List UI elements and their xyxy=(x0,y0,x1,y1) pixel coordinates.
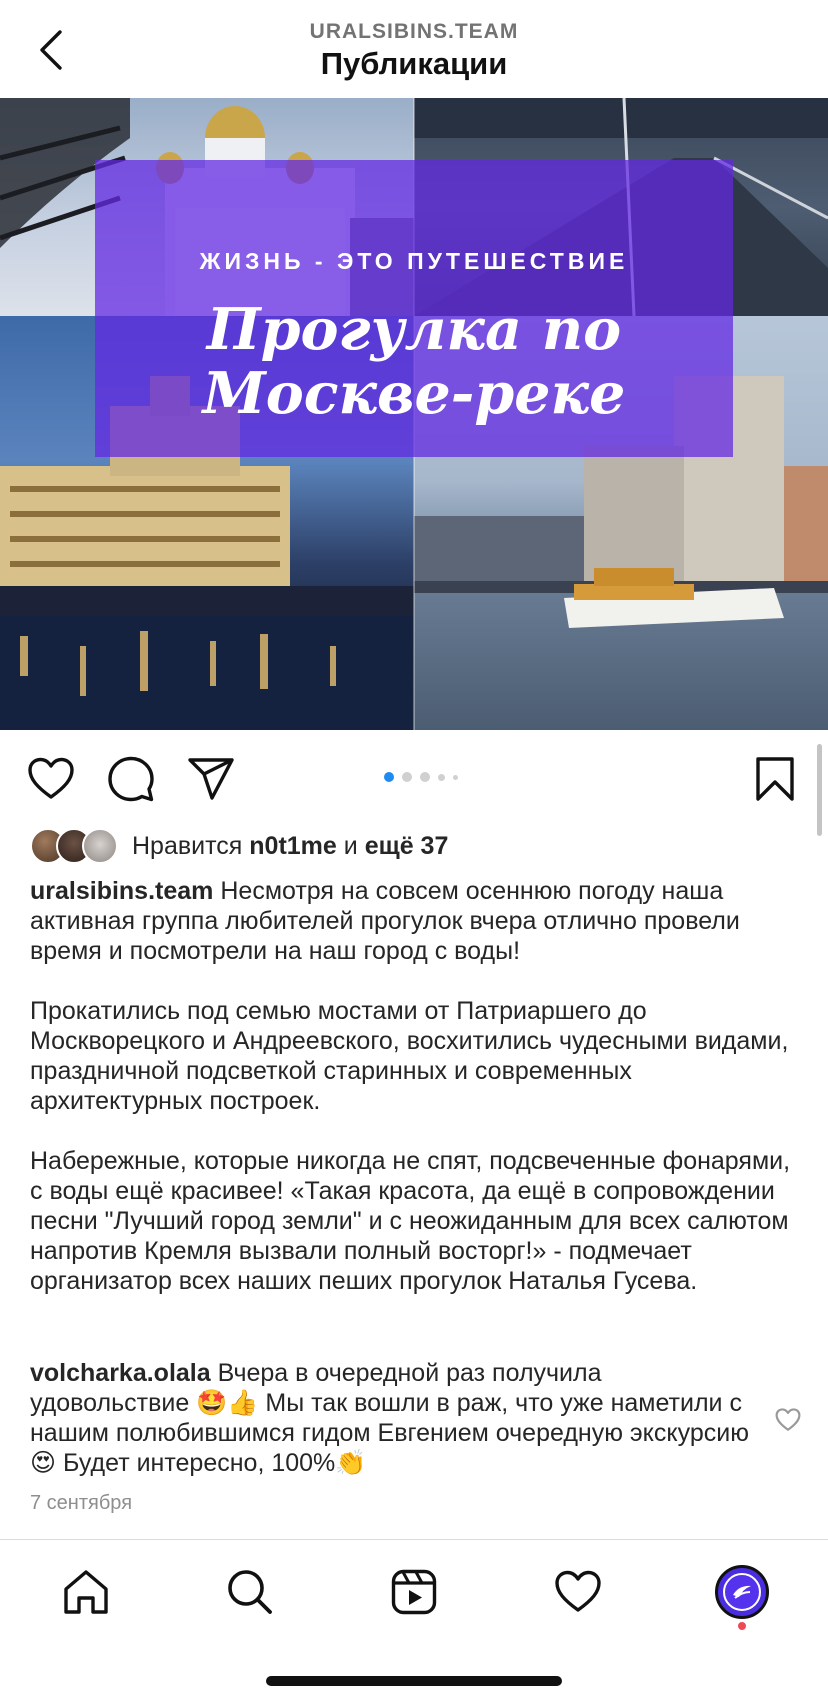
likes-prefix: Нравится xyxy=(132,831,243,860)
caption-paragraph-2: Прокатились под семью мостами от Патриар… xyxy=(30,997,789,1115)
nav-profile[interactable] xyxy=(712,1562,772,1622)
carousel-indicator xyxy=(384,772,458,782)
comment-like-button[interactable] xyxy=(772,1404,804,1436)
likes-row[interactable]: Нравится n0t1me и ещё 37 xyxy=(30,826,448,866)
page-title: Публикации xyxy=(320,46,508,81)
scrollbar[interactable] xyxy=(817,744,822,836)
heart-icon xyxy=(28,757,74,799)
comment-bubble-icon xyxy=(108,756,154,802)
caption-username[interactable]: uralsibins.team xyxy=(30,877,213,905)
caption-paragraph-3: Набережные, которые никогда не спят, под… xyxy=(30,1147,791,1295)
post-caption: uralsibins.team Несмотря на совсем осенн… xyxy=(30,876,800,1326)
nav-home[interactable] xyxy=(56,1562,116,1622)
liker-username[interactable]: n0t1me xyxy=(249,832,337,860)
home-indicator[interactable] xyxy=(266,1676,562,1686)
profile-avatar xyxy=(715,1565,769,1619)
comment-button[interactable] xyxy=(104,752,158,806)
comment-username[interactable]: volcharka.olala xyxy=(30,1359,211,1387)
share-button[interactable] xyxy=(184,752,238,806)
heart-icon xyxy=(775,1408,801,1431)
carousel-dot-2[interactable] xyxy=(402,772,412,782)
like-button[interactable] xyxy=(24,752,78,806)
carousel-dot-3[interactable] xyxy=(420,772,430,782)
search-icon xyxy=(228,1570,272,1614)
likes-others[interactable]: ещё 37 xyxy=(365,832,449,860)
likes-joiner: и xyxy=(343,831,358,860)
post-image[interactable]: ЖИЗНЬ - ЭТО ПУТЕШЕСТВИЕ Прогулка по Моск… xyxy=(0,98,828,730)
post-actions xyxy=(0,730,828,826)
nav-reels[interactable] xyxy=(384,1562,444,1622)
carousel-dot-5[interactable] xyxy=(453,774,458,780)
carousel-dot-1[interactable] xyxy=(384,772,394,782)
liker-avatars xyxy=(30,828,120,864)
comment: volcharka.olala Вчера в очередной раз по… xyxy=(30,1358,750,1478)
overlay-title: Прогулка по Москве-реке xyxy=(202,296,626,427)
nav-divider xyxy=(0,1539,828,1540)
carousel-dot-4[interactable] xyxy=(438,773,445,781)
reels-icon xyxy=(391,1569,437,1615)
header: URALSIBINS.TEAM Публикации xyxy=(0,0,828,98)
profile-logo-icon xyxy=(723,1573,761,1611)
account-name[interactable]: URALSIBINS.TEAM xyxy=(0,20,828,44)
avatar xyxy=(82,828,118,864)
save-button[interactable] xyxy=(748,752,802,806)
bookmark-icon xyxy=(756,757,794,801)
home-icon xyxy=(64,1570,108,1614)
paper-plane-icon xyxy=(188,758,234,800)
post-date: 7 сентября xyxy=(30,1492,133,1514)
activity-heart-icon xyxy=(555,1570,601,1612)
nav-activity[interactable] xyxy=(548,1562,608,1622)
notification-dot xyxy=(738,1622,746,1630)
nav-search[interactable] xyxy=(220,1562,280,1622)
likes-text[interactable]: Нравится n0t1me и ещё 37 xyxy=(132,832,448,861)
overlay-subtitle: ЖИЗНЬ - ЭТО ПУТЕШЕСТВИЕ xyxy=(199,248,629,274)
